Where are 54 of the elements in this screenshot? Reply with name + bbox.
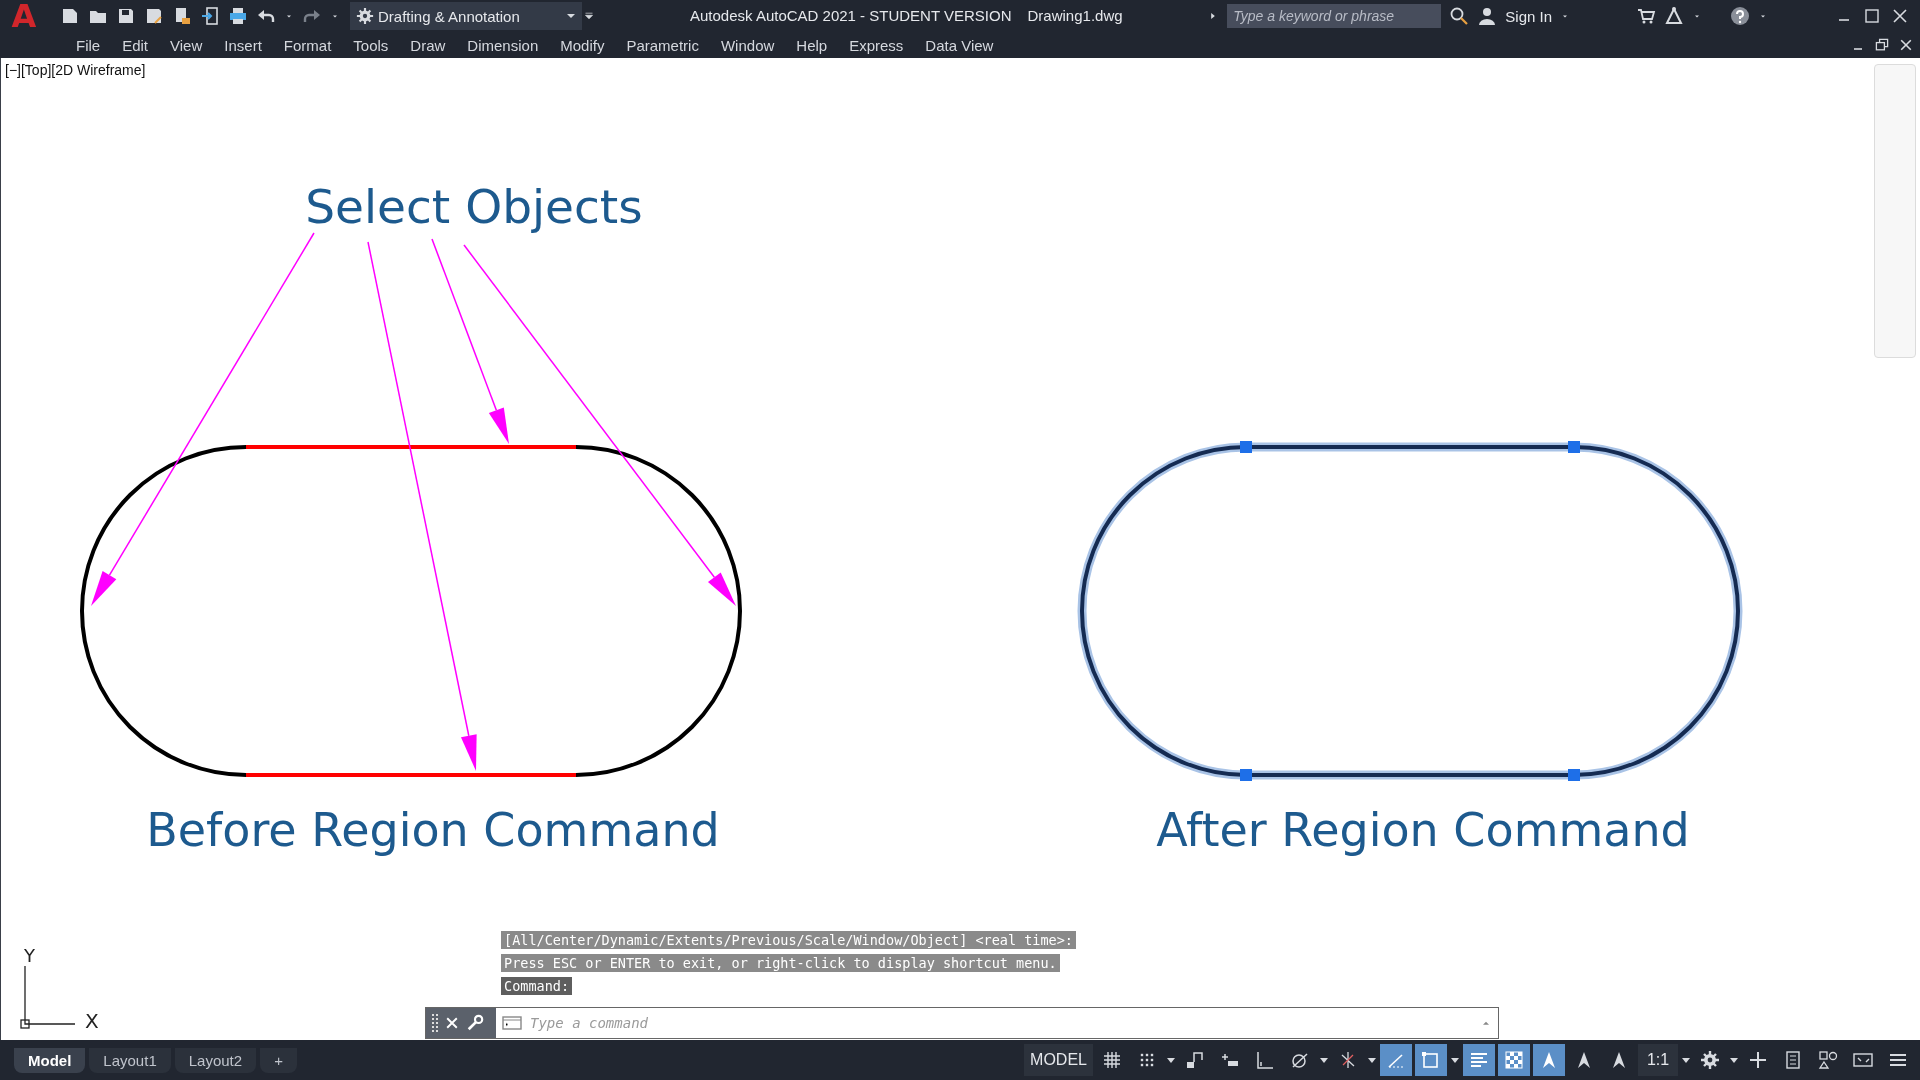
sign-in-link[interactable]: Sign In bbox=[1505, 7, 1552, 25]
status-label[interactable]: 1:1 bbox=[1638, 1044, 1678, 1076]
maximize-icon[interactable] bbox=[1862, 6, 1882, 26]
search-icon[interactable] bbox=[1449, 6, 1470, 26]
drawing-label: Before Region Command bbox=[146, 803, 720, 857]
menu-item[interactable]: Dimension bbox=[456, 36, 550, 54]
menu-item[interactable]: Format bbox=[272, 36, 343, 54]
caret-icon bbox=[566, 11, 576, 21]
wrench-icon[interactable] bbox=[466, 1014, 484, 1032]
share-icon[interactable] bbox=[200, 6, 220, 26]
menu-item[interactable]: Window bbox=[709, 36, 786, 54]
layout-tab[interactable]: Layout1 bbox=[89, 1047, 171, 1073]
callout-label: Select Objects bbox=[305, 179, 643, 234]
save-icon[interactable] bbox=[116, 6, 136, 26]
transparency-icon[interactable] bbox=[1498, 1044, 1530, 1076]
layout-tab[interactable]: Layout2 bbox=[174, 1047, 257, 1073]
menu-item[interactable]: View bbox=[159, 36, 214, 54]
menu-item[interactable]: Data View bbox=[914, 36, 1005, 54]
menu-item[interactable]: Help bbox=[785, 36, 839, 54]
close-icon[interactable] bbox=[1898, 37, 1914, 53]
grip-handle[interactable] bbox=[1568, 441, 1580, 453]
user-icon[interactable] bbox=[1477, 6, 1498, 26]
menu-item[interactable]: Insert bbox=[213, 36, 273, 54]
tracking-icon[interactable] bbox=[1380, 1044, 1412, 1076]
menu-item[interactable]: File bbox=[65, 36, 112, 54]
file-name: Drawing1.dwg bbox=[1027, 6, 1123, 26]
grip-handle[interactable] bbox=[1240, 441, 1252, 453]
print-icon[interactable] bbox=[228, 6, 248, 26]
menu-item[interactable]: Draw bbox=[399, 36, 457, 54]
window-title: Autodesk AutoCAD 2021 - STUDENT VERSION bbox=[690, 6, 1012, 26]
restore-icon[interactable] bbox=[1874, 37, 1890, 53]
grip-handle[interactable] bbox=[1568, 769, 1580, 781]
viewport-label[interactable]: [−][Top][2D Wireframe] bbox=[5, 62, 146, 78]
menu-item[interactable]: Express bbox=[838, 36, 915, 54]
command-prompt-icon[interactable] bbox=[502, 1013, 522, 1033]
new-file-icon[interactable] bbox=[60, 6, 80, 26]
cart-icon[interactable] bbox=[1636, 6, 1656, 26]
close-icon[interactable] bbox=[444, 1015, 460, 1031]
menu-item[interactable]: Parametric bbox=[615, 36, 710, 54]
menu-item[interactable]: Tools bbox=[342, 36, 400, 54]
grip-icon[interactable] bbox=[432, 1013, 438, 1033]
workspace-dropdown[interactable]: Drafting & Annotation bbox=[350, 2, 582, 30]
search-field[interactable]: Type a keyword or phrase bbox=[1227, 4, 1442, 28]
menu-item[interactable]: Modify bbox=[549, 36, 616, 54]
save-as-icon[interactable] bbox=[144, 6, 164, 26]
layout-tab[interactable]: Model bbox=[14, 1047, 86, 1073]
layout-tab[interactable]: + bbox=[260, 1047, 297, 1073]
menu-item[interactable]: Edit bbox=[111, 36, 160, 54]
triangle-nodes-icon[interactable] bbox=[1664, 6, 1684, 26]
drawing-label: After Region Command bbox=[1156, 803, 1690, 857]
grip-handle[interactable] bbox=[1240, 769, 1252, 781]
status-label[interactable]: MODEL bbox=[1024, 1044, 1093, 1076]
gear-icon bbox=[356, 7, 374, 25]
help-icon[interactable] bbox=[1730, 6, 1750, 26]
